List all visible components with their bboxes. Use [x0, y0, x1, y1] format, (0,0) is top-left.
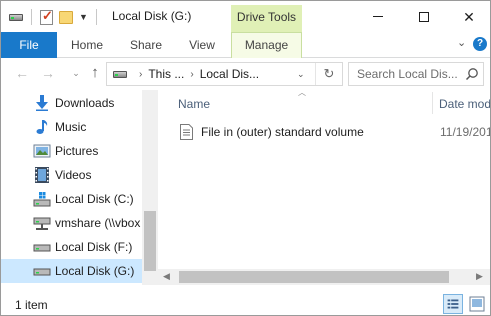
sidebar-item-label: Videos — [55, 168, 92, 182]
item-count: 1 item — [15, 298, 48, 312]
drive-icon — [113, 70, 127, 78]
close-button[interactable]: ✕ — [446, 1, 490, 32]
breadcrumb-this-pc[interactable]: This ... — [148, 67, 184, 81]
sidebar-item-local-disk-c[interactable]: Local Disk (C:) — [1, 187, 143, 211]
sidebar-item-videos[interactable]: Videos — [1, 163, 143, 187]
text-file-icon — [180, 124, 193, 140]
sidebar-item-music[interactable]: Music — [1, 115, 143, 139]
sidebar-item-label: Local Disk (G:) — [55, 264, 135, 278]
breadcrumb-chevron-icon[interactable]: › — [190, 69, 193, 80]
column-header-name[interactable]: Name — [178, 97, 210, 111]
sidebar-item-label: Music — [55, 120, 87, 134]
address-row: ← → ⌄ ↑ › This ... › Local Dis... ⌄ ↻ — [1, 58, 490, 90]
expand-ribbon-chevron-icon[interactable]: ⌄ — [457, 36, 466, 49]
search-input[interactable] — [357, 66, 461, 82]
drive-icon — [33, 244, 51, 252]
details-view-icon[interactable] — [443, 294, 463, 314]
file-list: ︿ Name Date mod File in (outer) standard… — [158, 88, 491, 285]
toolbar-separator — [95, 9, 97, 25]
file-list-horizontal-scrollbar[interactable]: ◀ ▶ — [158, 269, 490, 285]
new-folder-icon[interactable] — [59, 10, 73, 24]
scrollbar-thumb[interactable] — [144, 211, 156, 271]
search-box[interactable] — [348, 62, 484, 86]
maximize-icon — [419, 11, 429, 22]
sidebar-item-local-disk-g[interactable]: Local Disk (G:) — [1, 259, 143, 283]
tab-view[interactable]: View — [179, 32, 225, 58]
title-bar: ▼ Local Disk (G:) Drive Tools ✕ — [1, 1, 490, 32]
pictures-icon — [33, 144, 51, 158]
breadcrumb-local-disk[interactable]: Local Dis... — [200, 67, 259, 81]
close-icon: ✕ — [463, 8, 475, 25]
sidebar-item-label: Pictures — [55, 144, 99, 158]
sidebar-item-downloads[interactable]: Downloads — [1, 91, 143, 115]
column-divider[interactable] — [432, 92, 433, 114]
explorer-window: ▼ Local Disk (G:) Drive Tools ✕ File Hom… — [0, 0, 491, 316]
customize-toolbar-dropdown-icon[interactable]: ▼ — [79, 12, 88, 22]
quick-access-toolbar: ▼ — [9, 7, 99, 27]
toolbar-separator — [31, 9, 32, 25]
sidebar-item-pictures[interactable]: Pictures — [1, 139, 143, 163]
drive-icon[interactable] — [9, 13, 23, 21]
column-header-row: ︿ Name Date mod — [158, 88, 490, 116]
tab-home[interactable]: Home — [61, 32, 113, 58]
large-icons-view-icon[interactable] — [467, 294, 487, 314]
address-history-dropdown-icon[interactable]: ⌄ — [297, 69, 305, 80]
forward-arrow-icon[interactable]: → — [39, 64, 57, 82]
sidebar-item-local-disk-f[interactable]: Local Disk (F:) — [1, 235, 143, 259]
sidebar-item-vmshare[interactable]: vmshare (\\vbox — [1, 211, 143, 235]
file-date-modified: 11/19/201 — [440, 125, 491, 139]
help-icon[interactable]: ? — [473, 37, 487, 51]
back-arrow-icon[interactable]: ← — [13, 64, 31, 82]
navigation-pane-scrollbar[interactable] — [142, 90, 158, 285]
minimize-icon — [373, 16, 383, 17]
music-note-icon — [36, 120, 48, 134]
sort-up-icon: ︿ — [298, 88, 306, 97]
windows-drive-icon — [33, 192, 51, 207]
scroll-right-arrow-icon[interactable]: ▶ — [476, 271, 483, 282]
status-bar: 1 item — [1, 285, 490, 315]
address-bar[interactable]: › This ... › Local Dis... ⌄ ↻ — [106, 62, 343, 86]
file-name: File in (outer) standard volume — [201, 125, 364, 139]
refresh-icon[interactable]: ↻ — [315, 63, 342, 85]
sidebar-item-label: Local Disk (C:) — [55, 192, 134, 206]
minimize-button[interactable] — [355, 1, 401, 32]
ribbon-tab-bar: File Home Share View Manage ⌄ ? — [1, 32, 490, 58]
window-title: Local Disk (G:) — [112, 9, 192, 23]
up-arrow-icon[interactable]: ↑ — [86, 64, 104, 82]
videos-icon — [35, 167, 49, 183]
drive-tools-label: Drive Tools — [236, 10, 297, 24]
download-arrow-icon — [36, 95, 48, 111]
column-header-date-modified[interactable]: Date mod — [439, 97, 490, 111]
breadcrumb-chevron-icon[interactable]: › — [139, 69, 142, 80]
tab-file[interactable]: File — [1, 32, 57, 58]
maximize-button[interactable] — [401, 1, 447, 32]
tab-manage[interactable]: Manage — [231, 32, 302, 58]
scrollbar-thumb[interactable] — [179, 271, 449, 283]
navigation-pane: Downloads Music Pictures Videos Local Di… — [1, 90, 158, 285]
sidebar-item-label: Local Disk (F:) — [55, 240, 133, 254]
tab-share[interactable]: Share — [121, 32, 171, 58]
scroll-left-arrow-icon[interactable]: ◀ — [163, 271, 170, 282]
properties-icon[interactable] — [40, 8, 53, 25]
network-drive-icon — [33, 217, 51, 230]
search-icon[interactable] — [465, 67, 479, 81]
sidebar-item-label: Downloads — [55, 96, 115, 110]
file-row[interactable]: File in (outer) standard volume 11/19/20… — [176, 121, 491, 143]
recent-locations-dropdown-icon[interactable]: ⌄ — [67, 64, 85, 82]
drive-tools-context-header: Drive Tools — [231, 5, 302, 32]
drive-icon — [33, 268, 51, 276]
sidebar-item-label: vmshare (\\vbox — [55, 216, 141, 230]
